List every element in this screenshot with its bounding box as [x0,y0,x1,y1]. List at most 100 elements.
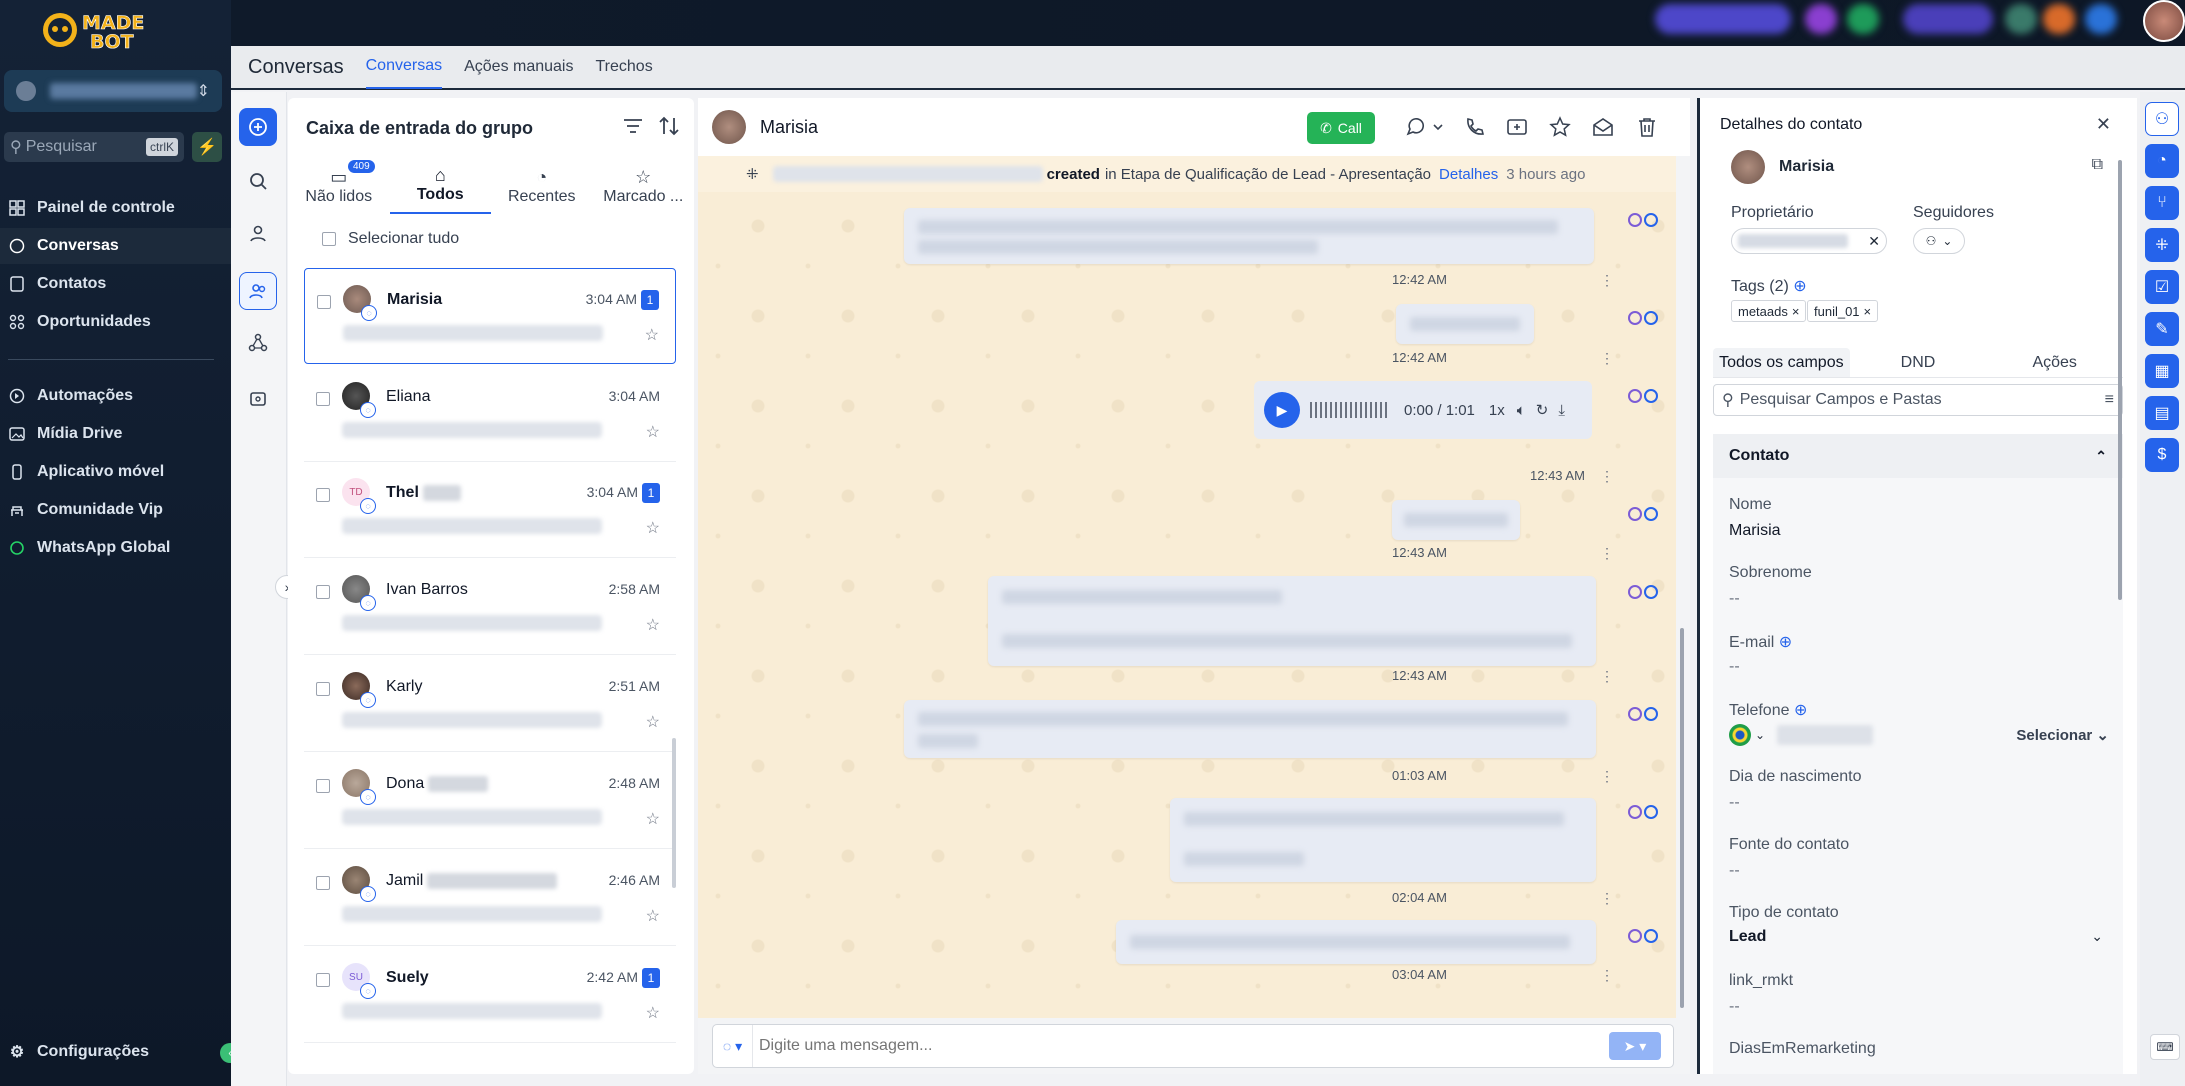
filter-icon[interactable] [622,116,644,141]
message-bubble[interactable] [1392,500,1520,540]
header-action[interactable] [1903,4,1993,34]
add-folder-icon[interactable] [1504,114,1530,140]
mail-icon[interactable] [1590,114,1616,140]
sidebar-item-aplicativo-movel[interactable]: Aplicativo móvel [0,454,231,490]
message-menu-icon[interactable]: ⋮ [1600,768,1614,785]
sidebar-item-oportunidades[interactable]: Oportunidades [0,304,231,340]
details-link[interactable]: Detalhes [1439,166,1498,183]
header-action[interactable] [2085,4,2117,34]
star-icon[interactable]: ☆ [646,422,660,442]
star-icon[interactable]: ☆ [646,1003,660,1023]
sidebar-search[interactable]: ⚲ Pesquisar ctrlK [4,132,184,162]
madebot-logo[interactable]: MADE BOT [38,8,188,53]
network-icon[interactable] [239,324,277,362]
fields-search[interactable]: ⚲ Pesquisar Campos e Pastas ≡ [1713,384,2123,416]
channel-selector[interactable]: ◌ ▾ [713,1025,753,1067]
header-action[interactable] [1655,4,1791,34]
conversation-item[interactable]: TD ◌ Thel 3:04 AM 1 ☆ [304,462,676,558]
conversation-item[interactable]: ◌ Marisia 3:04 AM 1 ☆ [304,268,676,364]
add-email-icon[interactable]: ⊕ [1779,634,1792,651]
message-bubble[interactable] [1116,920,1596,964]
task-icon[interactable]: ☑ [2145,270,2179,304]
location-switcher[interactable]: ⇕ [4,70,222,112]
sidebar-item-automacoes[interactable]: Automações [0,378,231,414]
conversation-checkbox[interactable] [316,876,330,890]
trash-icon[interactable] [1634,114,1660,140]
person-icon[interactable] [239,214,277,252]
add-tag-icon[interactable]: ⊕ [1793,278,1806,295]
quick-action-button[interactable]: ⚡ [192,132,222,162]
tab-todos[interactable]: ⌂ Todos [389,158,491,214]
phone-icon[interactable] [1461,114,1487,140]
message-menu-icon[interactable]: ⋮ [1600,272,1614,289]
sort-icon[interactable] [658,116,680,141]
tab-recentes[interactable]: ◔ Recentes [491,158,593,214]
sidebar-item-contatos[interactable]: Contatos [0,266,231,302]
volume-icon[interactable]: 🔈︎ [1517,402,1526,419]
section-header[interactable]: Contato ⌃ [1713,434,2123,478]
header-action[interactable] [1805,4,1837,34]
tab-marcado[interactable]: ☆ Marcado ... [593,158,695,214]
conversation-item[interactable]: ◌ Karly 2:51 AM ☆ [304,656,676,752]
dollar-icon[interactable]: $ [2145,438,2179,472]
add-phone-icon[interactable]: ⊕ [1794,702,1807,719]
field-value-email[interactable]: -- [1729,658,1740,676]
tab-acoes-manuais[interactable]: Ações manuais [464,45,573,89]
message-bubble[interactable] [988,576,1596,666]
opportunity-icon[interactable]: ⁜ [2145,228,2179,262]
field-value-nome[interactable]: Marisia [1729,522,1781,540]
sidebar-item-configuracoes[interactable]: ⚙ Configurações [0,1034,231,1070]
message-bubble[interactable] [1170,798,1596,882]
message-input[interactable] [759,1037,1609,1055]
external-link-icon[interactable]: ⧉ [2092,156,2103,174]
sidebar-item-dashboard[interactable]: Painel de controle [0,190,231,226]
tab-conversas[interactable]: Conversas [365,45,443,89]
tab-nao-lidos[interactable]: ▭ 409 Não lidos [288,158,390,214]
message-bubble[interactable] [904,700,1596,758]
sidebar-item-midia-drive[interactable]: Mídia Drive [0,416,231,452]
message-menu-icon[interactable]: ⋮ [1600,350,1614,367]
tab-dnd[interactable]: DND [1850,348,1987,377]
message-bubble[interactable] [904,208,1594,264]
star-icon[interactable]: ☆ [646,712,660,732]
tab-trechos[interactable]: Trechos [595,45,652,89]
star-icon[interactable]: ☆ [646,809,660,829]
chevron-down-icon[interactable]: ⌄ [2091,928,2103,945]
remove-tag-icon[interactable]: × [1792,304,1800,319]
conversation-checkbox[interactable] [316,488,330,502]
star-icon[interactable]: ☆ [645,325,659,345]
sidebar-item-conversas[interactable]: Conversas [0,228,231,264]
conversation-item[interactable]: ◌ Eliana 3:04 AM ☆ [304,366,676,462]
clock-icon[interactable]: ◔ [2145,144,2179,178]
tab-todos-os-campos[interactable]: Todos os campos [1713,348,1850,377]
calendar-icon[interactable]: ▦ [2145,354,2179,388]
field-value-fonte[interactable]: -- [1729,862,1740,880]
conversation-checkbox[interactable] [316,779,330,793]
message-menu-icon[interactable]: ⋮ [1600,545,1614,562]
header-action[interactable] [1847,4,1879,34]
conversation-checkbox[interactable] [317,295,331,309]
tab-acoes[interactable]: Ações [1986,348,2123,377]
conversation-item[interactable]: SU ◌ Suely 2:42 AM 1 ☆ [304,947,676,1043]
message-menu-icon[interactable]: ⋮ [1600,468,1614,485]
conversation-checkbox[interactable] [316,682,330,696]
user-avatar[interactable] [2143,0,2185,42]
group-icon[interactable] [239,272,277,310]
search-icon[interactable] [239,162,277,200]
select-all-checkbox[interactable] [322,232,336,246]
contact-icon[interactable]: ⚇ [2145,102,2179,136]
chat-bubble-dropdown-icon[interactable] [1401,114,1447,140]
inbox-scrollbar[interactable] [672,738,676,888]
conversation-item[interactable]: ◌ Dona 2:48 AM ☆ [304,753,676,849]
field-value-tipo[interactable]: Lead [1729,928,1766,946]
pen-icon[interactable]: ✎ [2145,312,2179,346]
message-bubble[interactable] [1396,304,1534,344]
phone-field[interactable]: ⌄ Selecionar ⌄ [1729,724,2109,746]
send-button[interactable]: ➤ ▾ [1609,1032,1661,1060]
close-icon[interactable]: ✕ [2096,114,2111,135]
message-menu-icon[interactable]: ⋮ [1600,967,1614,984]
new-message-button[interactable] [239,108,277,146]
chevron-down-icon[interactable]: ⌄ [1755,728,1765,742]
star-icon[interactable]: ☆ [646,615,660,635]
followers-select[interactable]: ⚇ ⌄ [1913,228,1965,254]
